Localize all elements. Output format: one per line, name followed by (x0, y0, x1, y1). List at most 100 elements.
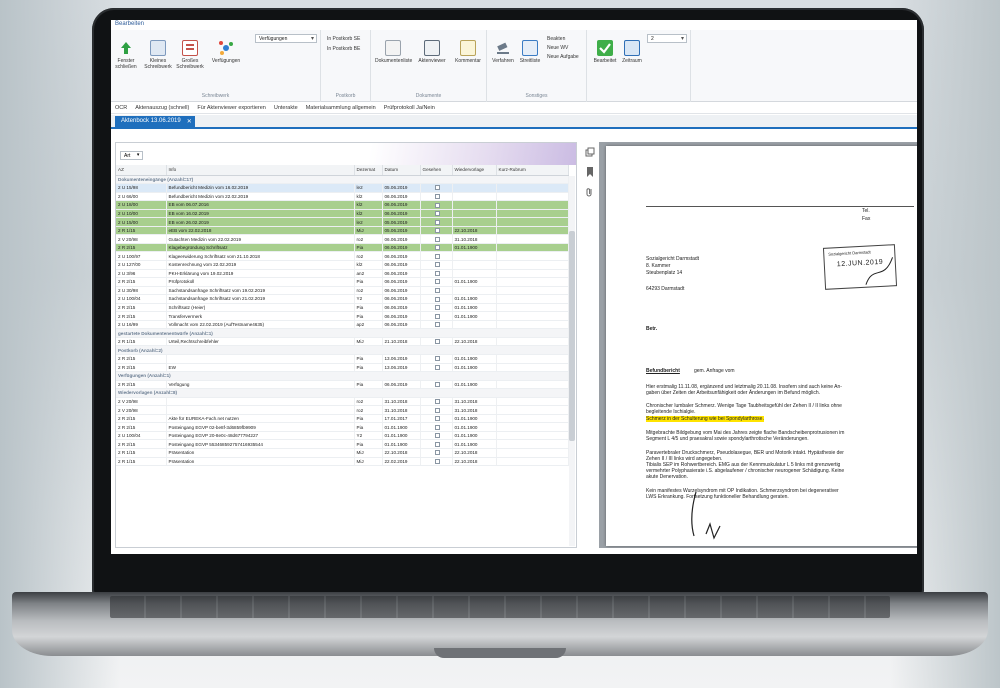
copy-icon[interactable] (585, 144, 595, 157)
group-row[interactable]: Dokumenteneingänge (Anzahl=17) (116, 175, 569, 185)
table-row[interactable]: 2 R 2/15 EW Pia 13.06.2019 01.01.1900 (116, 363, 569, 373)
large-writer-button[interactable]: Großes Schreibwerk (175, 40, 205, 70)
table-row[interactable]: 2 V 20/98 Gutachten Medizin vom 22.02.201… (116, 234, 569, 244)
zeitraum-combo[interactable]: 2 (647, 34, 687, 43)
seen-checkbox[interactable] (434, 416, 440, 422)
table-row[interactable]: 2 U 15/98 Befundbericht Medizin vom 16.02… (116, 183, 569, 193)
seen-checkbox[interactable] (434, 194, 440, 199)
table-row[interactable]: 2 V 20/98 ro2 31.10.2018 31.10.2018 (116, 405, 569, 415)
bookmark-icon[interactable] (585, 164, 595, 177)
table-row[interactable]: 2 U 100/04 Posteingang EGVP 20-8e0c-48d67… (116, 431, 569, 441)
table-row[interactable]: 2 U 10/00 EB vom 16.02.2019 kl2 06.06.2019 (116, 209, 569, 219)
close-window-button[interactable]: Fenster schließen (113, 40, 139, 70)
table-row[interactable]: 2 R 1/15 Urteil,Rechtschreibfehler MiJ 21.1… (116, 337, 569, 347)
seen-checkbox[interactable] (434, 399, 440, 405)
seen-checkbox[interactable] (434, 253, 440, 259)
ribbon-tab-bearbeiten[interactable]: Bearbeiten (115, 21, 144, 27)
seen-checkbox[interactable] (434, 228, 440, 234)
column-header-az[interactable]: AZ (116, 165, 167, 176)
group-row[interactable]: gestartete Dokumentenentwürfe (Anzahl=1) (116, 328, 569, 338)
table-row[interactable]: 2 R 2/15 Transfervermerk Pia 06.06.2019 01.0… (116, 311, 569, 321)
table-row[interactable]: 2 U 127/00 Kostenrechnung vom 22.02.2019 k… (116, 260, 569, 270)
postkorb-be-button[interactable]: In Postkorb BE (327, 46, 360, 52)
group-by-dropdown[interactable]: Art (120, 151, 144, 160)
table-row[interactable]: 2 R 1/15 Präsentation MiJ 22.02.2019 22.10.2… (116, 457, 569, 467)
document-list-button[interactable]: Dokumentenliste (375, 40, 412, 64)
verfahren-button[interactable]: Verfahren (489, 40, 517, 64)
seen-checkbox[interactable] (434, 296, 440, 302)
seen-checkbox[interactable] (434, 433, 440, 439)
table-row[interactable]: 2 R 2/15 Klagebegründung Schriftsatz Pia 06… (116, 243, 569, 253)
zeitraum-button[interactable]: Zeitraum (619, 40, 645, 64)
verfuegungen-button[interactable]: Verfügungen (209, 40, 243, 64)
paperclip-icon[interactable] (585, 184, 595, 197)
table-row[interactable]: 2 R 2/15 Pia 13.06.2019 01.01.1900 (116, 354, 569, 364)
seen-checkbox[interactable] (434, 313, 440, 319)
quick-item-materialsammlung[interactable]: Materialsammlung allgemein (306, 105, 376, 111)
table-row[interactable]: 2 U 18/00 EB vom 06.07.2016 kl2 06.06.2019 (116, 200, 569, 210)
streitliste-button[interactable]: Streitliste (517, 40, 543, 64)
table-row[interactable]: 2 U 3/96 PKH-Erklärung vom 19.02.2019 an2 0… (116, 269, 569, 279)
table-row[interactable]: 2 R 2/15 Schriftsatz (Heier) Pia 06.06.2019… (116, 303, 569, 313)
table-row[interactable]: 2 V 20/98 ro2 31.10.2018 31.10.2018 (116, 397, 569, 407)
seen-checkbox[interactable] (434, 322, 440, 328)
quick-item-pruefprotokoll[interactable]: Prüfprotokoll Ja/Nein (384, 105, 435, 111)
column-header-datum[interactable]: Datum (382, 165, 421, 176)
new-wv-button[interactable]: Neue WV (547, 45, 568, 51)
table-row[interactable]: 2 U 100/04 Sachstandsanfrage Schriftsatz … (116, 294, 569, 304)
comment-button[interactable]: Kommentar (451, 40, 485, 64)
column-header-gesehen[interactable]: Gesehen (420, 165, 453, 176)
seen-checkbox[interactable] (434, 458, 440, 464)
column-header-info[interactable]: Info (166, 165, 355, 176)
seen-checkbox[interactable] (434, 185, 440, 191)
seen-checkbox[interactable] (434, 211, 440, 217)
seen-checkbox[interactable] (434, 288, 440, 294)
new-task-button[interactable]: Neue Aufgabe (547, 54, 579, 60)
column-header-dezernat[interactable]: Dezernat (354, 165, 383, 176)
seen-checkbox[interactable] (434, 356, 440, 362)
quick-item-unterakte[interactable]: Unterakte (274, 105, 298, 111)
table-row[interactable]: 2 R 2/15 Akte für EUREKA-Fach.net nutzen P… (116, 414, 569, 424)
group-row[interactable]: Verfügungen (Anzahl=1) (116, 371, 569, 381)
column-header-wiedervorlage[interactable]: Wiedervorlage (452, 165, 497, 176)
bearbeitet-button[interactable]: Bearbeitet (591, 40, 619, 64)
seen-checkbox[interactable] (434, 382, 440, 388)
small-writer-button[interactable]: Kleines Schreibwerk (143, 40, 173, 70)
seen-checkbox[interactable] (434, 245, 440, 251)
seen-checkbox[interactable] (434, 424, 440, 430)
seen-checkbox[interactable] (434, 262, 440, 268)
beakten-button[interactable]: Beakten (547, 36, 565, 42)
seen-checkbox[interactable] (434, 364, 440, 370)
table-row[interactable]: 2 R 2/15 Posteingang EGVP 02-be8f-3d6859f… (116, 422, 569, 432)
quick-item-export[interactable]: Für Aktenviewer exportieren (197, 105, 265, 111)
postkorb-se-button[interactable]: In Postkorb SE (327, 36, 360, 42)
scrollbar-thumb[interactable] (569, 231, 575, 441)
table-row[interactable]: 2 U 30/98 Sachstandsanfrage Schriftsatz v… (116, 286, 569, 296)
table-row[interactable]: 2 R 2/15 Prüfprotokoll Pia 06.06.2019 01.01.… (116, 277, 569, 287)
seen-checkbox[interactable] (434, 407, 440, 413)
seen-checkbox[interactable] (434, 441, 440, 447)
table-row[interactable]: 2 R 2/15 Posteingang EGVP 553468592757416… (116, 439, 569, 449)
group-row[interactable]: Postkorb (Anzahl=2) (116, 345, 569, 355)
table-row[interactable]: 2 U 66/00 Befundbericht Medizin vom 22.02… (116, 192, 569, 202)
quick-item-aktenauszug[interactable]: Aktenauszug (schnell) (135, 105, 189, 111)
group-row[interactable]: Wiedervorlagen (Anzahl=8) (116, 388, 569, 398)
seen-checkbox[interactable] (434, 339, 440, 345)
table-row[interactable]: 2 R 1/15 eEB vom 22.02.2018 MiJ 05.06.2019 2… (116, 226, 569, 236)
table-row[interactable]: 2 U 16/99 Vollmacht vom 22.02.2019 (AufTe… (116, 320, 569, 330)
close-icon[interactable]: ✕ (187, 118, 192, 125)
column-header-kurz-rubrum[interactable]: Kurz-Rubrum (496, 165, 569, 176)
verfuegungen-combo[interactable]: Verfügungen (255, 34, 317, 43)
seen-checkbox[interactable] (434, 236, 440, 242)
table-row[interactable]: 2 U 15/00 EB vom 26.02.2019 le2 05.06.2019 (116, 217, 569, 227)
seen-checkbox[interactable] (434, 270, 440, 276)
quick-item-ocr[interactable]: OCR (115, 105, 127, 111)
seen-checkbox[interactable] (434, 305, 440, 311)
seen-checkbox[interactable] (434, 450, 440, 456)
table-row[interactable]: 2 R 2/15 Verfügung Pia 06.06.2019 01.01.1900 (116, 380, 569, 390)
seen-checkbox[interactable] (434, 219, 440, 225)
seen-checkbox[interactable] (434, 202, 440, 208)
table-row[interactable]: 2 R 1/15 Präsentation MiJ 22.10.2018 22.10.2… (116, 448, 569, 458)
seen-checkbox[interactable] (434, 279, 440, 285)
tab-aktenbock[interactable]: Aktenbock 13.06.2019 ✕ (115, 116, 195, 129)
